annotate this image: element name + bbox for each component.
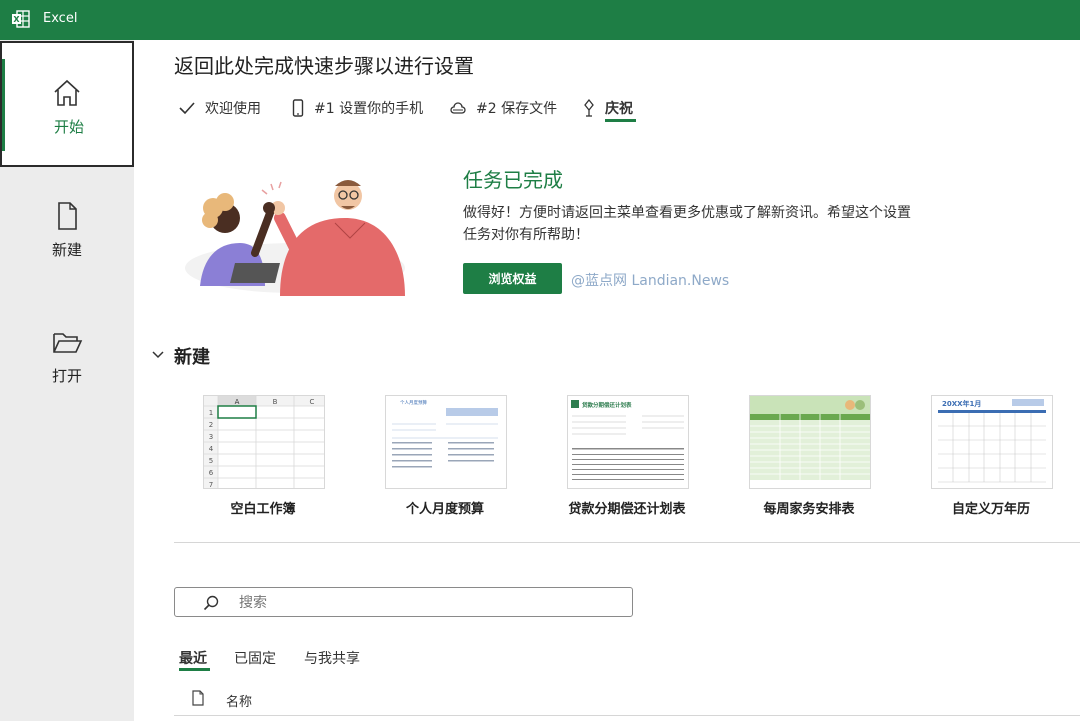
template-chore-schedule[interactable] bbox=[749, 395, 871, 489]
step-active-underline bbox=[605, 119, 636, 122]
checkmark-icon bbox=[179, 102, 195, 115]
calendar-thumbnail: 20XX年1月 bbox=[938, 399, 1046, 483]
personal-budget-thumbnail: 个人月度预算 bbox=[392, 399, 498, 468]
sidebar-item-label: 打开 bbox=[51, 367, 82, 385]
setup-title: 返回此处完成快速步骤以进行设置 bbox=[174, 54, 474, 78]
row-header: 6 bbox=[209, 469, 214, 477]
sidebar-item-label: 新建 bbox=[51, 241, 82, 259]
step-label: 欢迎使用 bbox=[205, 101, 261, 117]
row-header: 4 bbox=[209, 445, 214, 453]
thumbnail-heading: 20XX年1月 bbox=[942, 399, 981, 408]
thumbnail-heading: 个人月度预算 bbox=[400, 399, 427, 406]
sidebar-item-label: 开始 bbox=[53, 118, 84, 136]
search-icon bbox=[203, 595, 219, 611]
chore-schedule-thumbnail bbox=[750, 396, 870, 480]
row-header: 3 bbox=[209, 433, 213, 441]
file-type-icon bbox=[192, 690, 204, 706]
watermark-text: @蓝点网 Landian.News bbox=[571, 273, 730, 289]
column-header: A bbox=[235, 398, 240, 406]
step-label: 庆祝 bbox=[605, 101, 633, 117]
step-label: #2 保存文件 bbox=[476, 101, 558, 117]
sidebar-item-home[interactable]: 开始 bbox=[0, 41, 134, 167]
high-five-illustration bbox=[185, 180, 405, 296]
tab-active-underline bbox=[179, 668, 210, 671]
step-label: #1 设置你的手机 bbox=[314, 101, 424, 117]
tab-shared-with-me[interactable]: 与我共享 bbox=[304, 648, 360, 668]
active-indicator bbox=[2, 59, 5, 151]
home-icon bbox=[54, 79, 80, 106]
folder-open-icon bbox=[53, 333, 83, 353]
template-blank-workbook[interactable]: A B C 1 2 3 4 5 6 7 bbox=[203, 395, 325, 489]
tab-pinned[interactable]: 已固定 bbox=[234, 648, 276, 668]
thumbnail-heading: 贷款分期偿还计划表 bbox=[582, 401, 632, 409]
row-header: 5 bbox=[209, 457, 213, 465]
row-header: 2 bbox=[209, 421, 213, 429]
completion-description-line: 做得好！方便时请返回主菜单查看更多优惠或了解新资讯。希望这个设置 bbox=[463, 205, 911, 221]
template-label: 贷款分期偿还计划表 bbox=[568, 502, 686, 517]
sidebar-item-open[interactable]: 打开 bbox=[0, 292, 134, 418]
template-label: 个人月度预算 bbox=[405, 502, 484, 517]
search-box[interactable] bbox=[174, 587, 633, 617]
sidebar: 开始 新建 打开 bbox=[0, 40, 134, 721]
svg-text:X: X bbox=[13, 15, 20, 24]
column-header: B bbox=[273, 398, 278, 406]
celebrate-icon bbox=[584, 99, 594, 117]
template-label: 空白工作簿 bbox=[230, 502, 296, 517]
loan-schedule-thumbnail: 贷款分期偿还计划表 bbox=[571, 400, 684, 480]
phone-icon bbox=[292, 99, 304, 117]
new-document-icon bbox=[58, 202, 77, 230]
step-setup-phone[interactable]: #1 设置你的手机 bbox=[292, 98, 423, 118]
blank-workbook-thumbnail: A B C 1 2 3 4 5 6 7 bbox=[204, 396, 324, 488]
template-label: 每周家务安排表 bbox=[763, 502, 855, 517]
template-loan-schedule[interactable]: 贷款分期偿还计划表 bbox=[567, 395, 689, 489]
template-calendar[interactable]: 20XX年1月 bbox=[931, 395, 1053, 489]
step-welcome[interactable]: 欢迎使用 bbox=[179, 98, 261, 118]
cloud-icon bbox=[450, 102, 466, 114]
browse-benefits-button[interactable]: 浏览权益 bbox=[463, 263, 562, 294]
section-divider bbox=[174, 542, 1080, 543]
step-save-file[interactable]: #2 保存文件 bbox=[450, 98, 557, 118]
new-section-title: 新建 bbox=[174, 347, 210, 368]
list-header-divider bbox=[174, 715, 1080, 716]
name-column-header[interactable]: 名称 bbox=[226, 691, 252, 710]
completion-title: 任务已完成 bbox=[463, 168, 563, 192]
title-bar: X Excel bbox=[0, 0, 1080, 40]
template-personal-budget[interactable]: 个人月度预算 bbox=[385, 395, 507, 489]
row-header: 1 bbox=[209, 409, 213, 417]
completion-description: 做得好！方便时请返回主菜单查看更多优惠或了解新资讯。希望这个设置 任务对你有所帮… bbox=[463, 202, 943, 246]
search-input[interactable] bbox=[237, 594, 621, 612]
row-header: 7 bbox=[209, 481, 213, 488]
sidebar-item-new[interactable]: 新建 bbox=[0, 166, 134, 292]
tab-recent[interactable]: 最近 bbox=[179, 648, 207, 668]
completion-description-line: 任务对你有所帮助！ bbox=[463, 227, 589, 243]
excel-app-icon: X bbox=[12, 10, 30, 28]
chevron-down-icon[interactable] bbox=[152, 350, 164, 360]
column-header: C bbox=[310, 398, 315, 406]
template-label: 自定义万年历 bbox=[951, 502, 1030, 517]
step-celebrate[interactable]: 庆祝 bbox=[583, 98, 633, 118]
app-title: Excel bbox=[43, 11, 78, 26]
